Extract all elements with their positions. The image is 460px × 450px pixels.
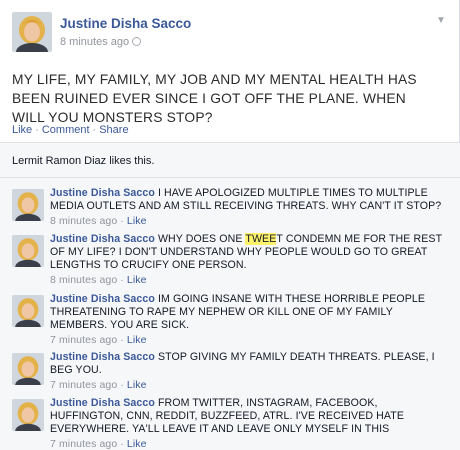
post-message: MY LIFE, MY FAMILY, MY JOB AND MY MENTAL… [12, 72, 417, 125]
globe-icon [132, 37, 142, 46]
likes-summary[interactable]: Lermit Ramon Diaz likes this. [12, 155, 154, 167]
avatar[interactable] [12, 399, 44, 431]
share-button[interactable]: Share [99, 124, 128, 136]
comment-meta: 7 minutes ago · Like [50, 334, 147, 346]
search-highlight: TWEE [245, 233, 277, 245]
comment-like-button[interactable]: Like [127, 274, 147, 286]
chevron-down-icon[interactable]: ▼ [434, 14, 448, 28]
avatar[interactable] [12, 189, 44, 221]
divider [0, 177, 460, 178]
comment-body: Justine Disha Sacco STOP GIVING MY FAMILY… [50, 351, 448, 392]
comment-meta: 7 minutes ago · Like [50, 379, 147, 391]
avatar[interactable] [12, 295, 44, 327]
profile-photo [12, 353, 44, 385]
avatar[interactable] [12, 353, 44, 385]
comment-author-name[interactable]: Justine Disha Sacco [50, 351, 155, 363]
comment-meta: 7 minutes ago · Like [50, 438, 147, 450]
comment-timestamp[interactable]: 7 minutes ago [50, 379, 117, 391]
comment-timestamp[interactable]: 7 minutes ago [50, 334, 117, 346]
comment-button[interactable]: Comment [42, 124, 90, 136]
comment-author-name[interactable]: Justine Disha Sacco [50, 187, 155, 199]
comment-like-button[interactable]: Like [127, 215, 147, 227]
comment-like-button[interactable]: Like [127, 438, 147, 450]
profile-photo [12, 399, 44, 431]
avatar[interactable] [12, 235, 44, 267]
separator: · [35, 124, 39, 136]
comment-like-button[interactable]: Like [127, 379, 147, 391]
profile-photo [12, 12, 52, 52]
comment-body: Justine Disha Sacco I HAVE APOLOGIZED MUL… [50, 187, 448, 228]
post-timestamp[interactable]: 8 minutes ago [60, 36, 129, 48]
profile-photo [12, 189, 44, 221]
separator: · [92, 124, 97, 136]
comment-meta: 8 minutes ago · Like [50, 274, 147, 286]
comment-timestamp[interactable]: 8 minutes ago [50, 274, 117, 286]
comment-body: Justine Disha Sacco IM GOING INSANE WITH … [50, 293, 448, 347]
comment-meta: 8 minutes ago · Like [50, 215, 147, 227]
profile-photo [12, 235, 44, 267]
post-actions: Like · Comment · Share [12, 124, 129, 136]
like-button[interactable]: Like [12, 124, 32, 136]
comment-author-name[interactable]: Justine Disha Sacco [50, 233, 155, 245]
comment-body: Justine Disha Sacco FROM TWITTER, INSTAGR… [50, 397, 448, 450]
comment-like-button[interactable]: Like [127, 334, 147, 346]
comment-author-name[interactable]: Justine Disha Sacco [50, 293, 155, 305]
post-header: Justine Disha Sacco 8 minutes ago ▼ [12, 12, 448, 56]
post-author-name[interactable]: Justine Disha Sacco [60, 16, 191, 31]
facebook-post-page: Justine Disha Sacco 8 minutes ago ▼ MY L… [0, 0, 460, 450]
avatar[interactable] [12, 12, 52, 52]
post-timestamp-row: 8 minutes ago [60, 36, 142, 48]
comments-section: Lermit Ramon Diaz likes this. Justine Di… [0, 142, 460, 450]
profile-photo [12, 295, 44, 327]
comment-author-name[interactable]: Justine Disha Sacco [50, 397, 155, 409]
comment-timestamp[interactable]: 7 minutes ago [50, 438, 117, 450]
comment-body: Justine Disha Sacco WHY DOES ONE TWEET CO… [50, 233, 448, 287]
comment-timestamp[interactable]: 8 minutes ago [50, 215, 117, 227]
comment-text: WHY DOES ONE [157, 233, 246, 245]
